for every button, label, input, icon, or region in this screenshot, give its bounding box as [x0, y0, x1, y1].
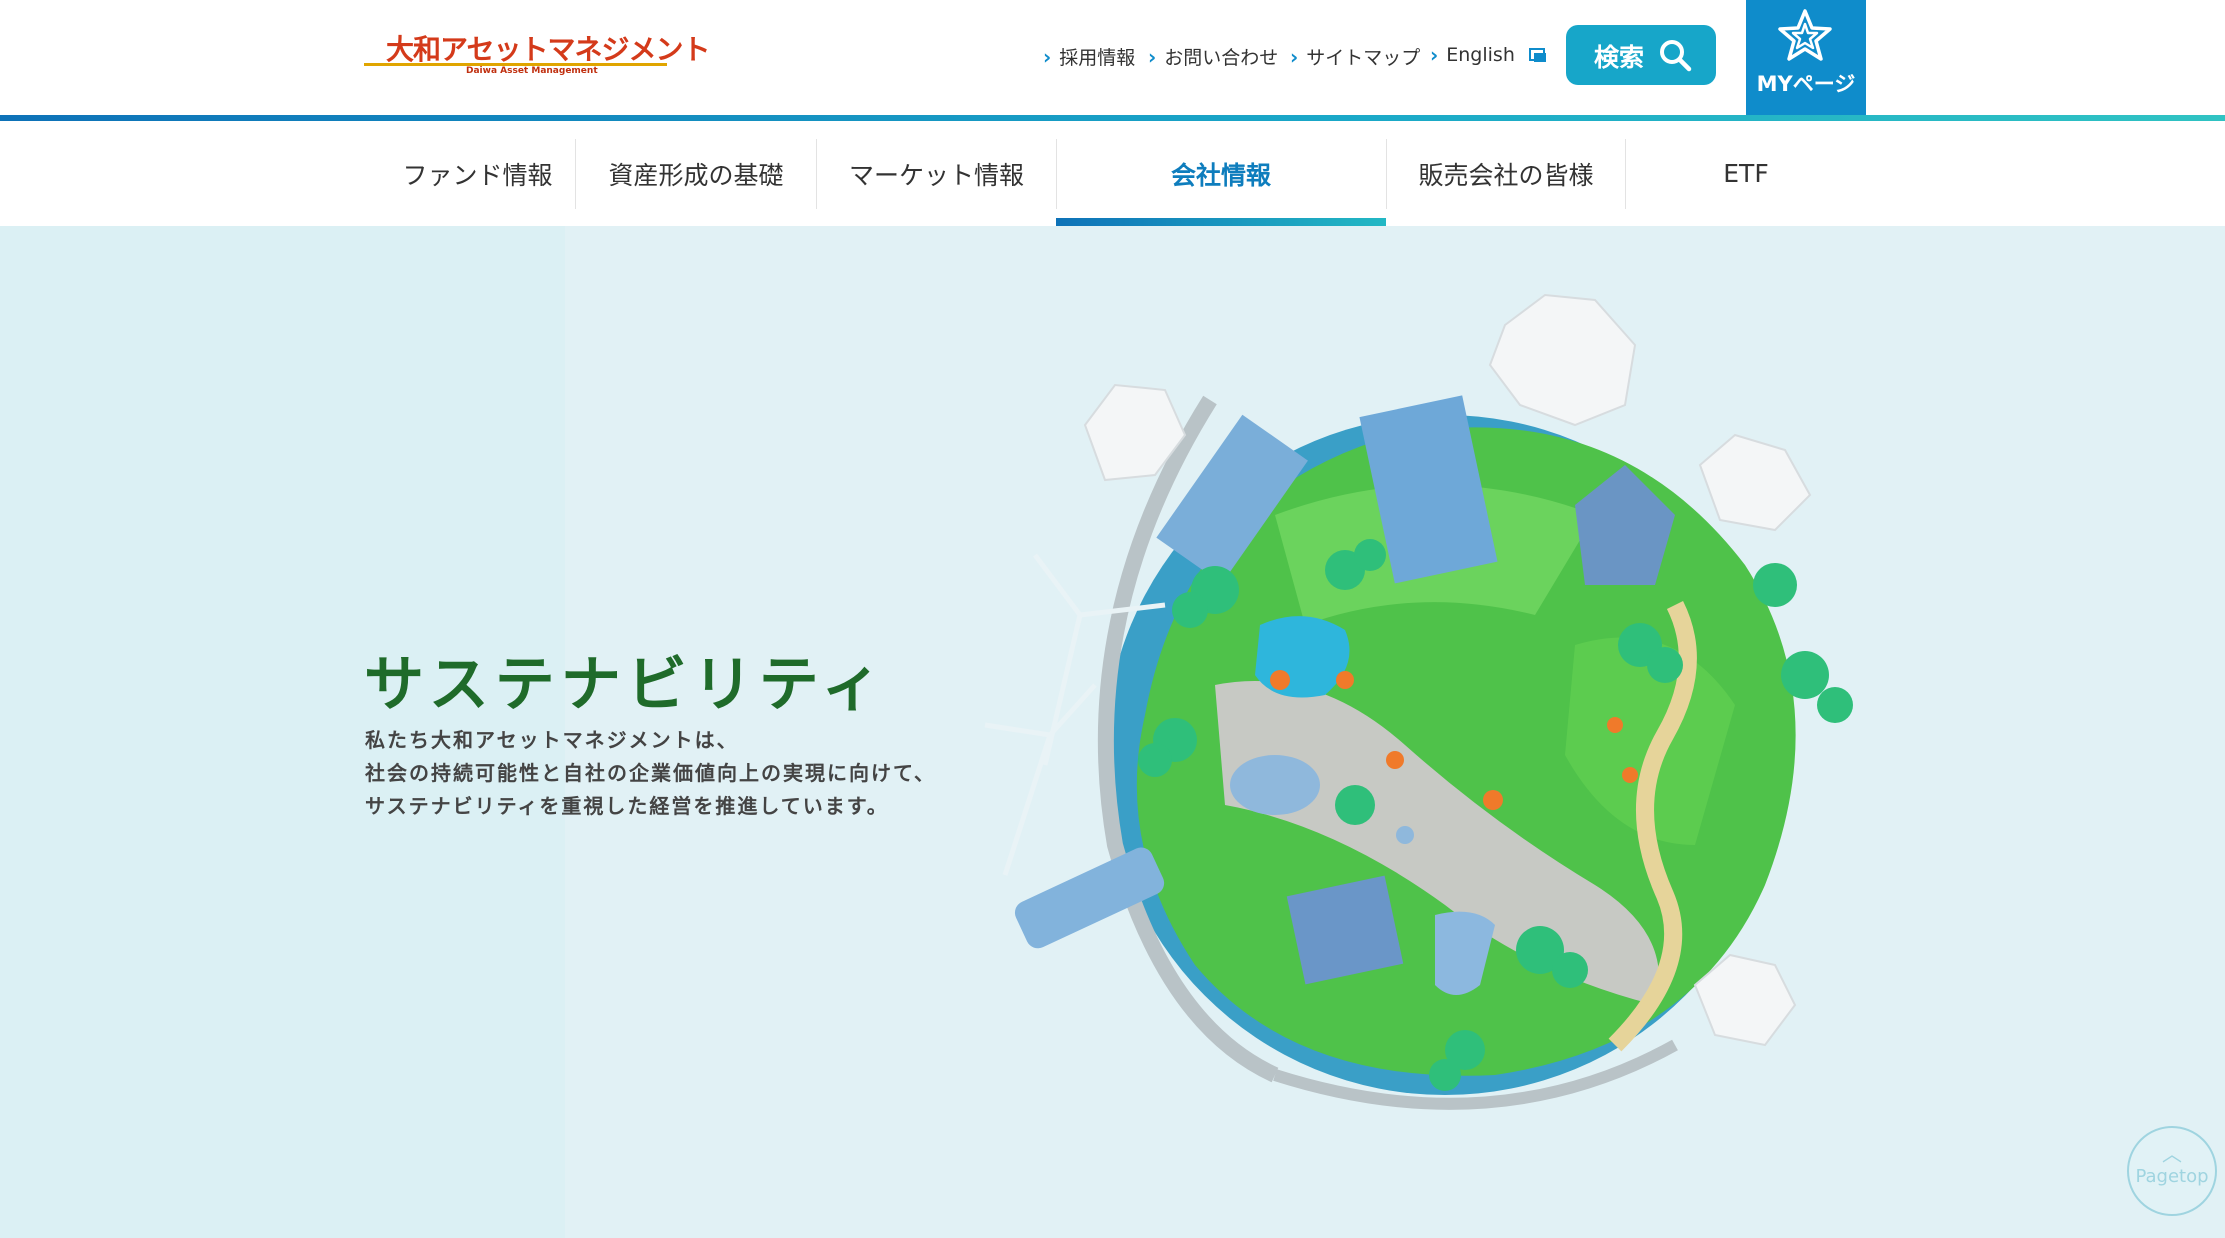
chevron-up-icon: ︿	[2162, 1142, 2182, 1166]
chevron-right-icon: ›	[1148, 44, 1157, 69]
hero-line: サステナビリティを重視した経営を推進しています。	[365, 794, 889, 818]
nav-item-etf[interactable]: ETF	[1626, 121, 1866, 226]
nav-item-distributors[interactable]: 販売会社の皆様	[1387, 121, 1625, 226]
util-link-sitemap[interactable]: › サイトマップ	[1290, 43, 1420, 70]
star-icon	[1778, 9, 1832, 61]
search-icon	[1660, 40, 1692, 72]
util-link-label: お問い合わせ	[1164, 47, 1279, 69]
nav-active-indicator	[1056, 218, 1386, 226]
hero-line: 社会の持続可能性と自社の企業価値向上の実現に向けて、	[365, 761, 936, 785]
util-link-english[interactable]: › English	[1430, 43, 1547, 67]
external-window-icon	[1528, 47, 1547, 63]
util-link-contact[interactable]: › お問い合わせ	[1148, 43, 1278, 70]
chevron-right-icon: ›	[1043, 44, 1052, 69]
logo-text: 大和アセットマネジメント	[386, 33, 710, 66]
nav-item-funds[interactable]: ファンド情報	[380, 121, 575, 226]
hero-line: 私たち大和アセットマネジメントは、	[365, 728, 739, 752]
search-button-label: 検索	[1594, 43, 1645, 72]
pagetop-button[interactable]: ︿ Pagetop	[2127, 1126, 2217, 1216]
logo-subtitle: Daiwa Asset Management	[466, 66, 598, 76]
search-button[interactable]: 検索	[1566, 25, 1716, 85]
sustainable-earth-illustration	[984, 293, 1853, 1110]
util-link-label: 採用情報	[1059, 47, 1136, 69]
chevron-right-icon: ›	[1430, 43, 1439, 67]
nav-item-asset-basics[interactable]: 資産形成の基礎	[576, 121, 816, 226]
hero-description: 私たち大和アセットマネジメントは、 社会の持続可能性と自社の企業価値向上の実現に…	[365, 724, 936, 823]
util-link-label: English	[1446, 44, 1515, 66]
chevron-right-icon: ›	[1290, 44, 1299, 69]
global-nav: ファンド情報 資産形成の基礎 マーケット情報 会社情報 販売会社の皆様 ETF	[0, 121, 2225, 226]
hero-title: サステナビリティ	[364, 650, 888, 720]
util-link-label: サイトマップ	[1306, 47, 1421, 69]
nav-item-market[interactable]: マーケット情報	[817, 121, 1056, 226]
company-logo[interactable]: 大和アセットマネジメント Daiwa Asset Management	[364, 28, 710, 78]
site-header: 大和アセットマネジメント Daiwa Asset Management › 採用…	[0, 0, 2225, 115]
pagetop-label: Pagetop	[2135, 1166, 2209, 1187]
util-link-recruit[interactable]: › 採用情報	[1043, 43, 1135, 70]
mypage-label: MYページ	[1756, 72, 1856, 96]
mypage-button[interactable]: MYページ	[1746, 0, 1866, 115]
nav-item-company[interactable]: 会社情報	[1056, 121, 1386, 226]
